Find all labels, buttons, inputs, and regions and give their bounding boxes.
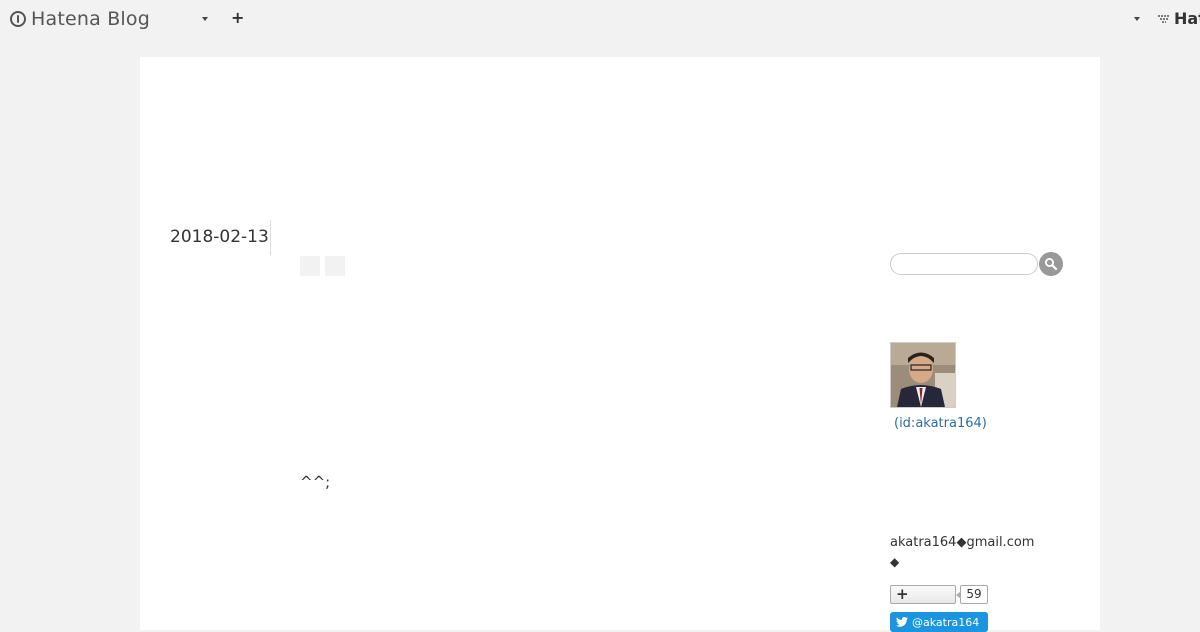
- subscribe-button[interactable]: +: [890, 585, 956, 604]
- twitter-handle: @akatra164: [912, 615, 980, 629]
- twitter-follow-button[interactable]: @akatra164: [890, 612, 988, 632]
- subscriber-count: 59: [956, 585, 988, 604]
- plus-icon: +: [896, 585, 909, 603]
- new-post-button[interactable]: +: [231, 9, 244, 27]
- hatena-blog-logo[interactable]: Hatena Blog: [10, 7, 150, 31]
- global-header: Hatena Blog + Hat: [0, 0, 1200, 38]
- hatena-blog-logo-icon: [10, 11, 26, 27]
- category-tag[interactable]: [300, 256, 320, 276]
- entry-date[interactable]: 2018-02-13: [170, 227, 269, 247]
- category-tag[interactable]: [325, 256, 345, 276]
- search-button[interactable]: [1039, 252, 1063, 276]
- blog-menu-caret-icon[interactable]: [202, 17, 208, 21]
- date-divider: [270, 220, 271, 255]
- user-menu-caret-icon[interactable]: [1134, 17, 1140, 21]
- search-icon: [1045, 258, 1058, 271]
- entry-body-text: ^^;: [300, 473, 331, 491]
- hatena-service-link[interactable]: Hat: [1157, 9, 1200, 28]
- profile-avatar[interactable]: [890, 342, 956, 408]
- brand-name: Hatena Blog: [31, 8, 150, 30]
- profile-email-note: ◆: [890, 555, 900, 569]
- profile-id-link[interactable]: (id:akatra164): [894, 416, 987, 431]
- search-input[interactable]: [890, 253, 1038, 275]
- profile-photo: [891, 343, 955, 407]
- twitter-bird-icon: [896, 617, 908, 627]
- profile-email: akatra164◆gmail.com: [890, 535, 1035, 550]
- hatena-service-label: Hat: [1174, 9, 1200, 28]
- hatena-mini-icon: [1158, 14, 1170, 23]
